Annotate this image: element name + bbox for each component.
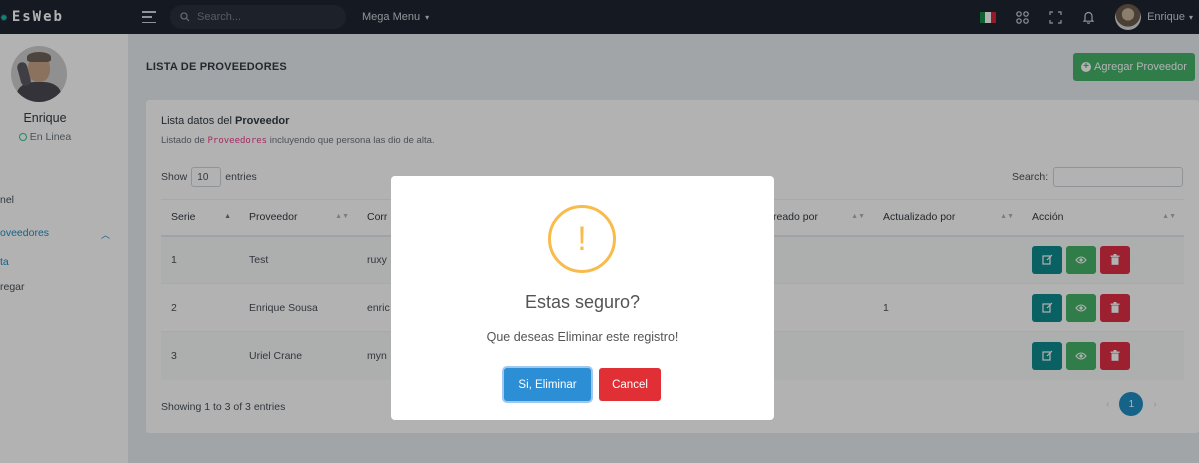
dialog-message: Que deseas Eliminar este registro! xyxy=(486,330,679,344)
dialog-title: Estas seguro? xyxy=(524,292,641,312)
confirm-delete-dialog: ! Estas seguro? Que deseas Eliminar este… xyxy=(391,176,774,420)
cancel-button[interactable]: Cancel xyxy=(599,368,661,401)
confirm-delete-button[interactable]: Si, Eliminar xyxy=(504,368,591,401)
warning-icon: ! xyxy=(548,205,616,273)
